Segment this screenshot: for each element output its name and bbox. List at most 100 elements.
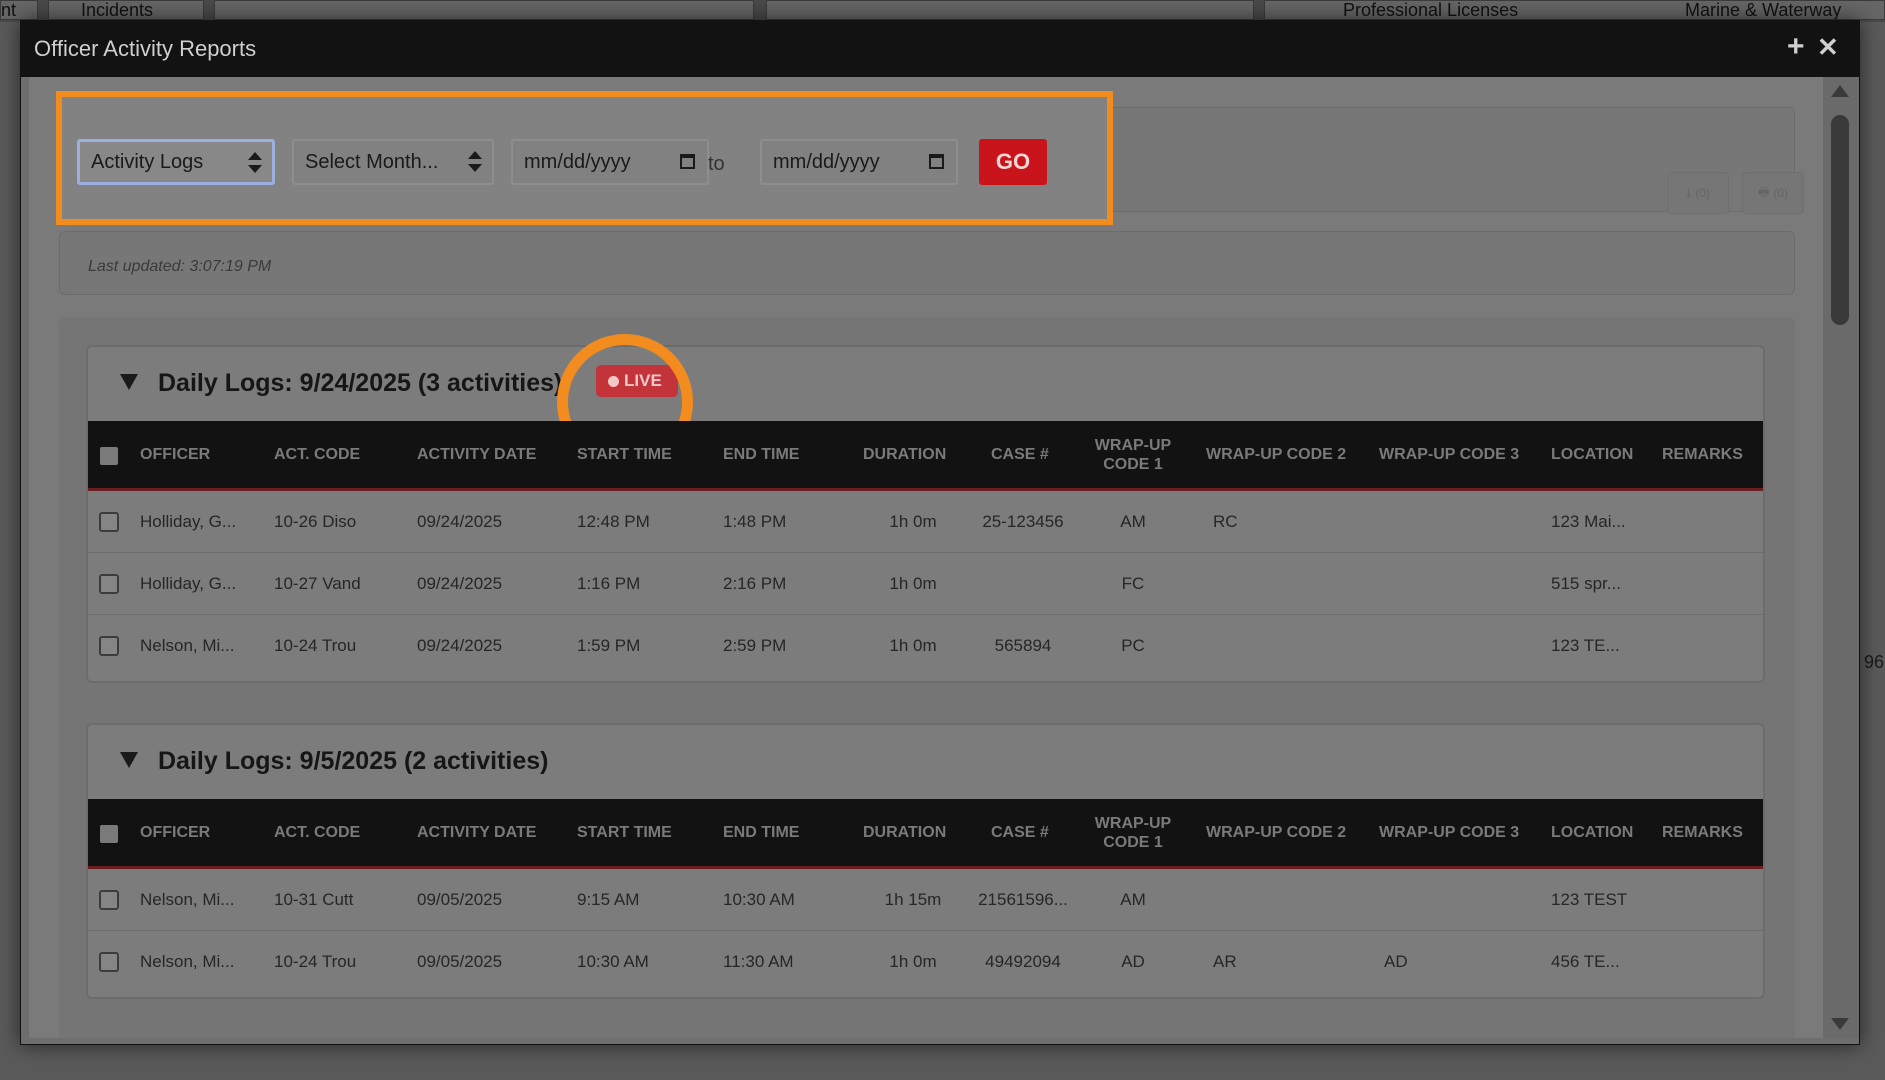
scroll-up-arrow-icon[interactable]: [1831, 85, 1849, 97]
background-tab: [214, 0, 754, 20]
table-row[interactable]: Nelson, Mi... 10-24 Trou 09/24/2025 1:59…: [88, 615, 1763, 677]
cell-wrapup-1: AD: [1121, 952, 1145, 971]
column-header[interactable]: ACTIVITY DATE: [417, 799, 536, 866]
row-checkbox[interactable]: [99, 574, 119, 594]
row-checkbox[interactable]: [99, 952, 119, 972]
month-select-value: Select Month...: [305, 151, 439, 173]
collapse-caret-icon[interactable]: [120, 752, 138, 768]
download-button[interactable]: ⤓ (0): [1667, 172, 1729, 214]
modal-titlebar: Officer Activity Reports + ✕: [21, 21, 1859, 77]
report-type-select[interactable]: Activity Logs: [77, 139, 275, 185]
column-header[interactable]: DURATION: [863, 799, 946, 866]
cell-end-time: 11:30 AM: [723, 952, 794, 971]
daily-log-group: Daily Logs: 9/24/2025 (3 activities) LIV…: [86, 334, 1765, 683]
last-updated-panel: Last updated: 3:07:19 PM: [59, 231, 1795, 295]
background-tab: [766, 0, 1254, 20]
background-fragment: 96: [1864, 652, 1885, 672]
cell-end-time: 2:59 PM: [723, 636, 787, 655]
cell-duration: 1h 0m: [889, 952, 937, 971]
plus-icon[interactable]: +: [1787, 32, 1805, 62]
column-header[interactable]: CASE #: [991, 799, 1049, 866]
cell-duration: 1h 0m: [889, 574, 937, 593]
print-count: (0): [1773, 186, 1788, 200]
column-header[interactable]: ACT. CODE: [274, 799, 360, 866]
cell-act-code: 10-24 Trou: [274, 636, 357, 655]
column-header[interactable]: ACTIVITY DATE: [417, 421, 536, 488]
cell-activity-date: 09/24/2025: [417, 636, 503, 655]
cell-officer: Nelson, Mi...: [140, 952, 235, 971]
column-header[interactable]: LOCATION: [1551, 421, 1633, 488]
month-select[interactable]: Select Month...: [292, 139, 494, 185]
cell-wrapup-1: PC: [1121, 636, 1145, 655]
cell-activity-date: 09/05/2025: [417, 952, 503, 971]
daily-logs-container: Daily Logs: 9/24/2025 (3 activities) LIV…: [59, 317, 1795, 1038]
go-button[interactable]: GO: [979, 139, 1047, 185]
scrollbar-thumb[interactable]: [1831, 115, 1849, 325]
cell-end-time: 1:48 PM: [723, 512, 787, 531]
column-header[interactable]: START TIME: [577, 421, 672, 488]
filter-controls-highlight: Activity Logs Select Month... mm/dd/yyyy…: [56, 91, 1113, 225]
column-header[interactable]: WRAP-UP CODE 3: [1379, 799, 1519, 866]
cell-act-code: 10-31 Cutt: [274, 890, 354, 909]
column-header[interactable]: REMARKS: [1662, 799, 1743, 866]
cell-wrapup-2: AR: [1213, 952, 1237, 971]
column-header[interactable]: WRAP-UP CODE 3: [1379, 421, 1519, 488]
cell-duration: 1h 0m: [889, 512, 937, 531]
table-row[interactable]: Holliday, G... 10-26 Diso 09/24/2025 12:…: [88, 491, 1763, 553]
cell-officer: Holliday, G...: [140, 574, 237, 593]
column-header[interactable]: REMARKS: [1662, 421, 1743, 488]
cell-location: 123 Mai...: [1551, 512, 1626, 531]
cell-wrapup-1: FC: [1121, 574, 1145, 593]
select-arrows-icon: [248, 152, 262, 174]
scroll-down-arrow-icon[interactable]: [1831, 1018, 1849, 1030]
print-button[interactable]: 🖶 (0): [1742, 172, 1804, 214]
column-header[interactable]: LOCATION: [1551, 799, 1633, 866]
group-header[interactable]: Daily Logs: 9/5/2025 (2 activities): [88, 725, 1763, 799]
download-count: (0): [1695, 186, 1710, 200]
column-header[interactable]: OFFICER: [140, 799, 210, 866]
select-all-checkbox[interactable]: [100, 825, 118, 843]
table-row[interactable]: Holliday, G... 10-27 Vand 09/24/2025 1:1…: [88, 553, 1763, 615]
column-header[interactable]: CASE #: [991, 421, 1049, 488]
row-checkbox[interactable]: [99, 636, 119, 656]
group-header[interactable]: Daily Logs: 9/24/2025 (3 activities) LIV…: [88, 334, 1763, 470]
cell-activity-date: 09/24/2025: [417, 574, 503, 593]
modal-title: Officer Activity Reports: [34, 36, 257, 61]
cell-duration: 1h 0m: [889, 636, 937, 655]
column-header[interactable]: OFFICER: [140, 421, 210, 488]
column-header[interactable]: WRAP-UP CODE 2: [1206, 799, 1346, 866]
column-header[interactable]: END TIME: [723, 799, 799, 866]
date-to-placeholder: mm/dd/yyyy: [773, 151, 880, 173]
row-checkbox[interactable]: [99, 512, 119, 532]
cell-location: 515 spr...: [1551, 574, 1621, 593]
column-header[interactable]: DURATION: [863, 421, 946, 488]
column-header[interactable]: WRAP-UP CODE 1: [1088, 421, 1178, 488]
background-app-strip: nt Incidents Professional Licenses Marin…: [0, 0, 1885, 22]
column-header[interactable]: WRAP-UP CODE 1: [1088, 799, 1178, 866]
date-to-input[interactable]: mm/dd/yyyy: [760, 139, 958, 185]
row-checkbox[interactable]: [99, 890, 119, 910]
background-tab-marine: Marine & Waterway: [1685, 0, 1842, 20]
table-row[interactable]: Nelson, Mi... 10-24 Trou 09/05/2025 10:3…: [88, 931, 1763, 993]
cell-case: 21561596...: [978, 890, 1068, 909]
cell-wrapup-1: AM: [1120, 890, 1146, 909]
cell-start-time: 12:48 PM: [577, 512, 650, 531]
collapse-caret-icon[interactable]: [120, 374, 138, 390]
cell-act-code: 10-27 Vand: [274, 574, 361, 593]
cell-activity-date: 09/05/2025: [417, 890, 503, 909]
close-icon[interactable]: ✕: [1817, 33, 1839, 61]
select-all-checkbox[interactable]: [100, 447, 118, 465]
cell-case: [968, 553, 1078, 615]
column-header[interactable]: WRAP-UP CODE 2: [1206, 421, 1346, 488]
group-title: Daily Logs: 9/24/2025 (3 activities): [158, 369, 563, 397]
vertical-scrollbar[interactable]: [1823, 77, 1859, 1038]
column-header[interactable]: END TIME: [723, 421, 799, 488]
column-header[interactable]: START TIME: [577, 799, 672, 866]
cell-wrapup-2: RC: [1213, 512, 1238, 531]
cell-location: 123 TE...: [1551, 636, 1620, 655]
daily-log-group: Daily Logs: 9/5/2025 (2 activities) OFFI…: [86, 723, 1765, 999]
column-header[interactable]: ACT. CODE: [274, 421, 360, 488]
date-from-input[interactable]: mm/dd/yyyy: [511, 139, 709, 185]
table-row[interactable]: Nelson, Mi... 10-31 Cutt 09/05/2025 9:15…: [88, 869, 1763, 931]
date-from-placeholder: mm/dd/yyyy: [524, 151, 631, 173]
